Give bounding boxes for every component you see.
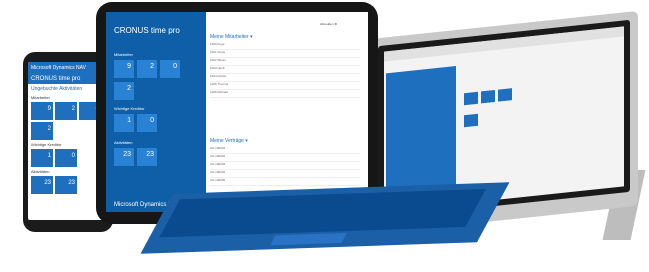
list-item[interactable]: 1002 Weiss bbox=[210, 58, 360, 66]
ipad-left-pane: CRONUS time pro Mitarbeiter 9 2 0 2 Wich… bbox=[106, 12, 206, 212]
ipad-top-right[interactable]: Abmelden ⚙ bbox=[320, 22, 337, 26]
ipad-tiles: 9 2 0 bbox=[114, 60, 180, 78]
phone-tile[interactable]: 9 bbox=[31, 102, 53, 120]
trackpad bbox=[270, 232, 347, 246]
phone-tile[interactable]: 23 bbox=[55, 176, 77, 194]
ipad-tile[interactable]: 0 bbox=[160, 60, 180, 78]
window-tile[interactable] bbox=[464, 113, 478, 127]
ipad-list-title-2: Meine Verträge ▾ bbox=[210, 138, 248, 144]
phone-tile[interactable]: 0 bbox=[55, 149, 77, 167]
ipad-tiles: 23 23 bbox=[114, 148, 157, 166]
window-tile[interactable] bbox=[464, 91, 478, 106]
keyboard-keys bbox=[159, 188, 486, 238]
ipad-list-title-1: Meine Mitarbeiter ▾ bbox=[210, 34, 253, 40]
phone-tile[interactable]: 2 bbox=[31, 122, 53, 140]
list-item[interactable]: 1003 Heidt bbox=[210, 66, 360, 74]
ipad-right-pane: Abmelden ⚙ Meine Mitarbeiter ▾ 1000 Kuge… bbox=[208, 12, 368, 212]
list-item[interactable]: 1005 Thomas bbox=[210, 82, 360, 90]
list-item[interactable]: AU-100001 bbox=[210, 146, 360, 154]
ipad-screen: CRONUS time pro Mitarbeiter 9 2 0 2 Wich… bbox=[106, 12, 368, 212]
phone-tile[interactable]: 1 bbox=[31, 149, 53, 167]
ipad-title: CRONUS time pro bbox=[114, 26, 180, 35]
ipad-tile[interactable]: 2 bbox=[114, 82, 134, 100]
list-item[interactable]: AU-100004 bbox=[210, 170, 360, 178]
type-cover-keyboard bbox=[140, 182, 510, 254]
ipad-tile[interactable]: 2 bbox=[137, 60, 157, 78]
ipad-tile[interactable]: 23 bbox=[137, 148, 157, 166]
ipad-tile[interactable]: 9 bbox=[114, 60, 134, 78]
ipad-tile[interactable]: 1 bbox=[114, 114, 134, 132]
ipad-section-2: Wichtige Kreditor bbox=[114, 106, 145, 111]
list-item[interactable]: AU-100005 bbox=[210, 178, 360, 186]
ipad-list-2: AU-100001 AU-100002 AU-100003 AU-100004 … bbox=[210, 146, 360, 186]
window-tile[interactable] bbox=[498, 88, 512, 102]
ipad-section-3: Aktivitäten bbox=[114, 140, 133, 145]
list-item[interactable]: 1000 Kuge bbox=[210, 42, 360, 50]
ipad-tiles: 1 0 bbox=[114, 114, 157, 132]
list-item[interactable]: 1001 Dinse bbox=[210, 50, 360, 58]
list-item[interactable]: AU-100002 bbox=[210, 154, 360, 162]
list-item[interactable]: AU-100003 bbox=[210, 162, 360, 170]
ipad-list-1: 1000 Kuge 1001 Dinse 1002 Weiss 1003 Hei… bbox=[210, 42, 360, 98]
ipad-tile[interactable]: 0 bbox=[137, 114, 157, 132]
list-item[interactable]: 1006 Michael bbox=[210, 90, 360, 98]
list-item[interactable]: 1004 Dorlan bbox=[210, 74, 360, 82]
window-tile[interactable] bbox=[481, 89, 495, 104]
phone-tile[interactable]: 2 bbox=[55, 102, 77, 120]
ipad-tile[interactable]: 23 bbox=[114, 148, 134, 166]
ipad-section-1: Mitarbeiter bbox=[114, 52, 133, 57]
window-tiles bbox=[464, 87, 524, 133]
ipad-tiles: 2 bbox=[114, 82, 134, 100]
phone-tile[interactable]: 23 bbox=[31, 176, 53, 194]
window-titlebar bbox=[384, 26, 624, 62]
